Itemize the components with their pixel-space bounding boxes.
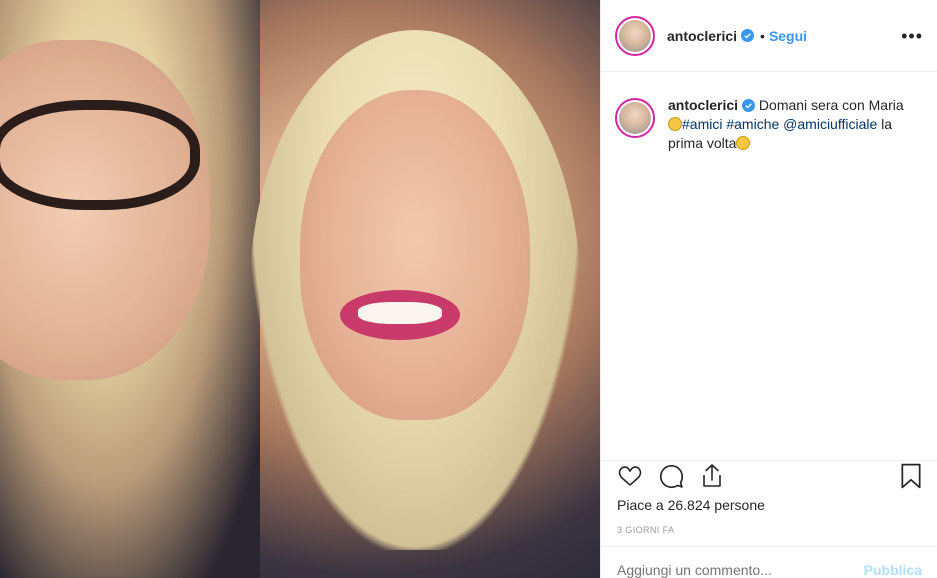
heart-icon[interactable] [617, 464, 643, 488]
hashtag-amici[interactable]: #amici [682, 116, 722, 132]
caption-text: antoclerici Domani sera con Maria #amici… [668, 96, 923, 153]
verified-badge-icon [742, 99, 756, 112]
photo-smile [358, 302, 442, 324]
separator-dot: • [760, 27, 765, 44]
post-timestamp[interactable]: 3 giorni fa [617, 525, 922, 535]
photo-glasses [0, 100, 200, 210]
share-icon[interactable] [700, 463, 724, 489]
post-photo[interactable] [0, 0, 600, 578]
hashtag-amiche[interactable]: #amiche [726, 116, 779, 132]
caption: antoclerici Domani sera con Maria #amici… [601, 72, 937, 153]
post-header: antoclerici • Segui ••• [601, 0, 937, 72]
comment-form: Pubblica [601, 546, 937, 578]
bookmark-icon[interactable] [900, 463, 922, 489]
verified-badge-icon [741, 29, 755, 42]
comment-input[interactable] [617, 562, 864, 578]
post-sidebar: antoclerici • Segui ••• antoclerici Doma… [600, 0, 937, 578]
more-options-icon[interactable]: ••• [901, 27, 923, 45]
avatar[interactable] [615, 15, 655, 56]
action-icons [617, 461, 922, 491]
caption-text-1: Domani sera con Maria [758, 97, 904, 113]
post-actions: Piace a 26.824 persone 3 giorni fa [601, 460, 937, 535]
grimace-emoji-icon [668, 117, 682, 131]
caption-avatar[interactable] [615, 98, 655, 138]
follow-button[interactable]: Segui [769, 28, 807, 44]
publish-button[interactable]: Pubblica [864, 562, 922, 578]
likes-count[interactable]: Piace a 26.824 persone [617, 497, 922, 513]
photo-person-left [0, 40, 210, 380]
photo-person-right [300, 90, 530, 420]
grimace-emoji-icon [736, 136, 751, 150]
header-username[interactable]: antoclerici [667, 28, 737, 44]
caption-username[interactable]: antoclerici [668, 97, 738, 113]
mention-amiciufficiale[interactable]: @amiciufficiale [783, 116, 877, 132]
comment-icon[interactable] [659, 464, 684, 489]
